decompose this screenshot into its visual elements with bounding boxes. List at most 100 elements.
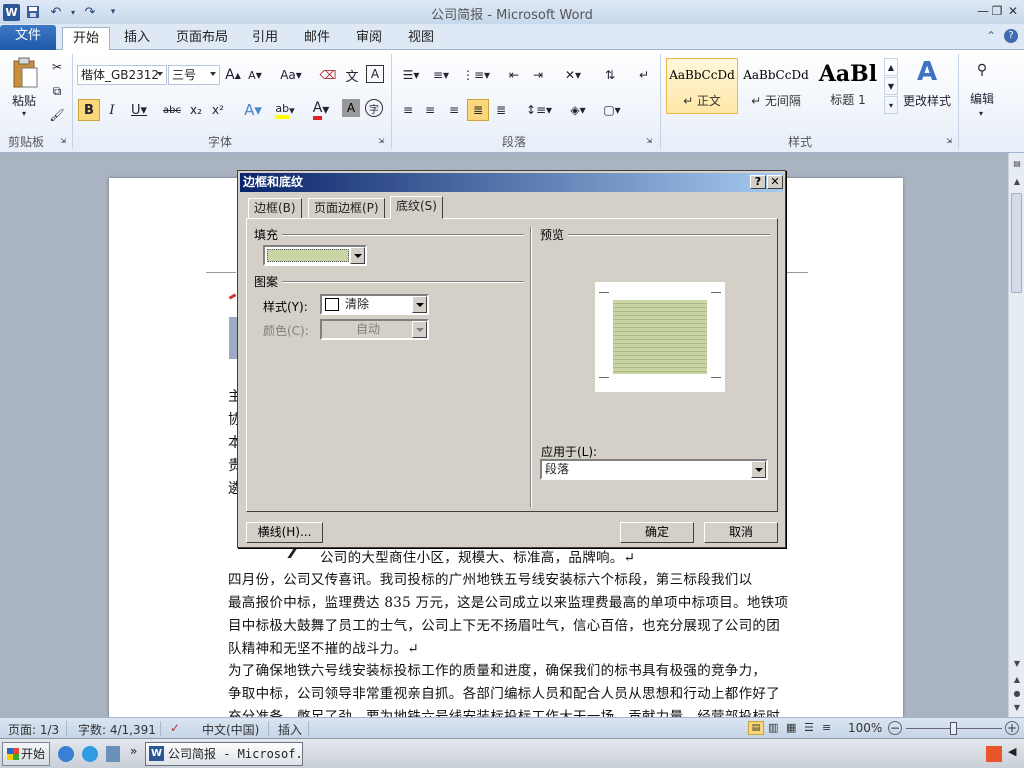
insert-mode-indicator[interactable]: 插入 [278,721,302,738]
shrink-font-icon[interactable]: A ▼ [246,65,264,85]
paragraph-launcher-icon[interactable]: ⇲ [644,136,654,146]
language-indicator[interactable]: 中文(中国) [202,721,259,738]
italic-button[interactable]: I [102,99,122,121]
zoom-in-icon[interactable]: + [1005,721,1019,735]
scroll-up-icon[interactable]: ▲ [1011,175,1023,187]
save-icon[interactable] [23,2,43,22]
styles-scroll-down-icon[interactable]: ▼ [884,77,898,95]
quick-launch-more-icon[interactable]: » [130,744,137,758]
pattern-style-arrow[interactable] [412,296,427,313]
character-border-icon[interactable]: A [366,65,384,83]
customize-qat-icon[interactable]: ▾ [103,2,123,22]
paste-dropdown-icon[interactable]: ▾ [18,108,30,118]
sort-icon[interactable]: ⇅ [600,65,620,85]
apply-to-arrow[interactable] [751,461,766,478]
ribbon-collapse-icon[interactable]: ⌃ [986,29,996,43]
change-styles-button[interactable]: 更改样式 [902,92,952,108]
style-normal[interactable]: AaBbCcDd ↵ 正文 [666,58,738,114]
tab-page-border[interactable]: 页面边框(P) [308,198,385,219]
draft-view-icon[interactable]: ≡ [822,721,831,734]
next-page-icon[interactable]: ▼ [1011,701,1023,713]
proofing-icon[interactable]: ✓ [170,721,180,735]
quick-launch-ie-icon[interactable] [58,746,74,762]
dialog-title-bar[interactable]: 边框和底纹 [240,173,783,192]
tab-home[interactable]: 开始 [62,27,111,51]
decrease-indent-icon[interactable]: ⇤ [504,65,524,85]
apply-to-dropdown[interactable]: 段落 [540,459,768,480]
change-case-icon[interactable]: Aa ▾ [278,65,304,85]
scrollbar-thumb[interactable] [1011,193,1022,293]
cancel-button[interactable]: 取消 [704,522,778,543]
increase-indent-icon[interactable]: ⇥ [528,65,548,85]
dialog-close-button[interactable]: ✕ [767,175,783,189]
chinese-layout-icon[interactable]: ✕▾ [560,65,586,85]
bullets-icon[interactable]: ☰▾ [398,65,424,85]
change-styles-icon[interactable]: A [912,56,942,88]
reading-view-icon[interactable]: ▥ [768,721,778,734]
style-heading-1[interactable]: AaBl 标题 1 [812,58,884,114]
style-no-spacing[interactable]: AaBbCcDd ↵ 无间隔 [740,58,812,114]
paste-button[interactable]: 粘贴 [8,92,40,108]
format-painter-icon[interactable]: 🖌 [48,106,66,124]
fill-dropdown-arrow[interactable] [350,247,365,264]
vertical-scrollbar[interactable]: ▤ ▲ ▼ ▲ ● ▼ [1008,153,1024,717]
redo-icon[interactable]: ↷ [80,2,100,22]
bold-button[interactable]: B [78,99,100,121]
web-view-icon[interactable]: ▦ [786,721,796,734]
editing-button[interactable]: 编辑 [964,90,1000,106]
cut-icon[interactable]: ✂ [48,58,66,76]
taskbar-word-item[interactable]: W 公司简报 - Microsof... [145,742,303,766]
zoom-out-icon[interactable]: − [888,721,902,735]
tab-references[interactable]: 引用 [242,27,288,50]
font-color-button[interactable]: A ▾ [306,99,336,121]
font-size-combo[interactable]: 三号 [168,65,220,85]
dialog-help-button[interactable]: ? [750,175,766,189]
text-effects-button[interactable]: A ▾ [240,99,266,121]
styles-more-icon[interactable]: ▾ [884,96,898,114]
scroll-down-icon[interactable]: ▼ [1011,657,1023,669]
tray-app-icon[interactable] [986,746,1002,762]
clear-format-icon[interactable]: ⌫ [318,65,338,85]
ok-button[interactable]: 确定 [620,522,694,543]
tab-page-layout[interactable]: 页面布局 [166,27,238,50]
shading-icon[interactable]: ◈▾ [564,100,592,120]
print-layout-view-icon[interactable]: ▤ [748,721,764,735]
prev-page-icon[interactable]: ▲ [1011,673,1023,685]
distributed-icon[interactable]: ≣ [491,100,511,120]
styles-scroll-up-icon[interactable]: ▲ [884,58,898,76]
tab-borders[interactable]: 边框(B) [248,198,302,219]
underline-button[interactable]: U ▾ [126,99,152,121]
undo-icon[interactable]: ↶ [46,2,66,22]
borders-icon[interactable]: ▢▾ [598,100,626,120]
tab-mailings[interactable]: 邮件 [294,27,340,50]
close-window-button[interactable]: ✕ [1004,2,1022,20]
undo-dropdown-icon[interactable]: ▾ [69,2,77,22]
character-shading-button[interactable]: A [342,99,360,117]
quick-launch-app-icon[interactable] [106,746,120,762]
page-count[interactable]: 页面: 1/3 [8,721,59,738]
tab-shading[interactable]: 底纹(S) [390,196,443,219]
tray-expand-icon[interactable]: ◀ [1008,745,1016,758]
outline-view-icon[interactable]: ☰ [804,721,814,734]
highlight-button[interactable]: ab ▾ [270,99,300,121]
show-marks-icon[interactable]: ↵ [634,65,654,85]
multilevel-list-icon[interactable]: ⋮≡▾ [462,65,490,85]
superscript-button[interactable]: x² [208,99,228,121]
copy-icon[interactable]: ⧉ [48,82,66,100]
enclose-character-button[interactable]: 字 [365,99,383,117]
align-center-icon[interactable]: ≡ [420,100,440,120]
grow-font-icon[interactable]: A ▲ [224,65,242,85]
subscript-button[interactable]: x₂ [186,99,206,121]
zoom-slider-thumb[interactable] [950,722,957,735]
clipboard-launcher-icon[interactable]: ⇲ [58,136,68,146]
tab-view[interactable]: 视图 [398,27,444,50]
phonetic-guide-icon[interactable]: 文 [342,65,362,85]
ruler-toggle-icon[interactable]: ▤ [1011,157,1023,169]
help-icon[interactable]: ? [1004,29,1018,43]
quick-launch-browser-icon[interactable] [82,746,98,762]
fill-color-dropdown[interactable] [263,245,367,266]
tab-review[interactable]: 审阅 [346,27,392,50]
styles-launcher-icon[interactable]: ⇲ [944,136,954,146]
tab-file[interactable]: 文件 [0,25,56,50]
word-app-icon[interactable]: W [3,3,20,21]
